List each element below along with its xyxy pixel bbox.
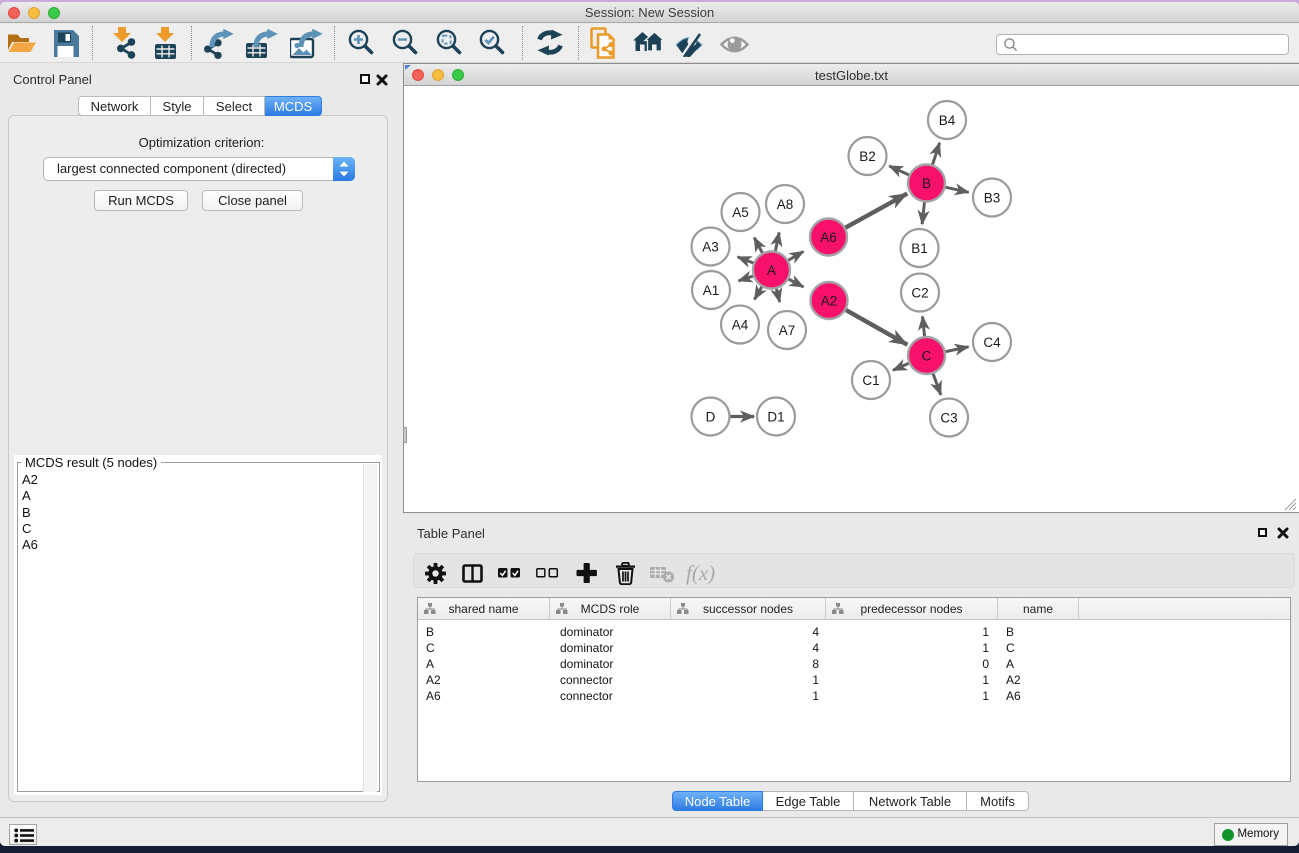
svg-text:B3: B3 [984, 190, 1001, 205]
svg-text:C: C [922, 348, 932, 363]
svg-text:C1: C1 [862, 373, 879, 388]
svg-text:A: A [767, 263, 776, 278]
svg-text:A5: A5 [732, 205, 749, 220]
svg-text:B: B [922, 176, 931, 191]
svg-text:B4: B4 [939, 113, 956, 128]
svg-text:B1: B1 [911, 241, 928, 256]
svg-text:A2: A2 [821, 293, 838, 308]
svg-text:A6: A6 [820, 230, 837, 245]
svg-text:C4: C4 [983, 335, 1001, 350]
svg-text:B2: B2 [859, 149, 876, 164]
svg-text:D1: D1 [767, 409, 784, 424]
svg-text:A4: A4 [732, 317, 749, 332]
svg-text:D: D [706, 409, 716, 424]
svg-text:A3: A3 [702, 239, 719, 254]
svg-text:C2: C2 [911, 285, 928, 300]
svg-text:A7: A7 [779, 323, 796, 338]
svg-text:A1: A1 [703, 283, 720, 298]
svg-text:A8: A8 [777, 197, 794, 212]
svg-text:C3: C3 [940, 410, 957, 425]
